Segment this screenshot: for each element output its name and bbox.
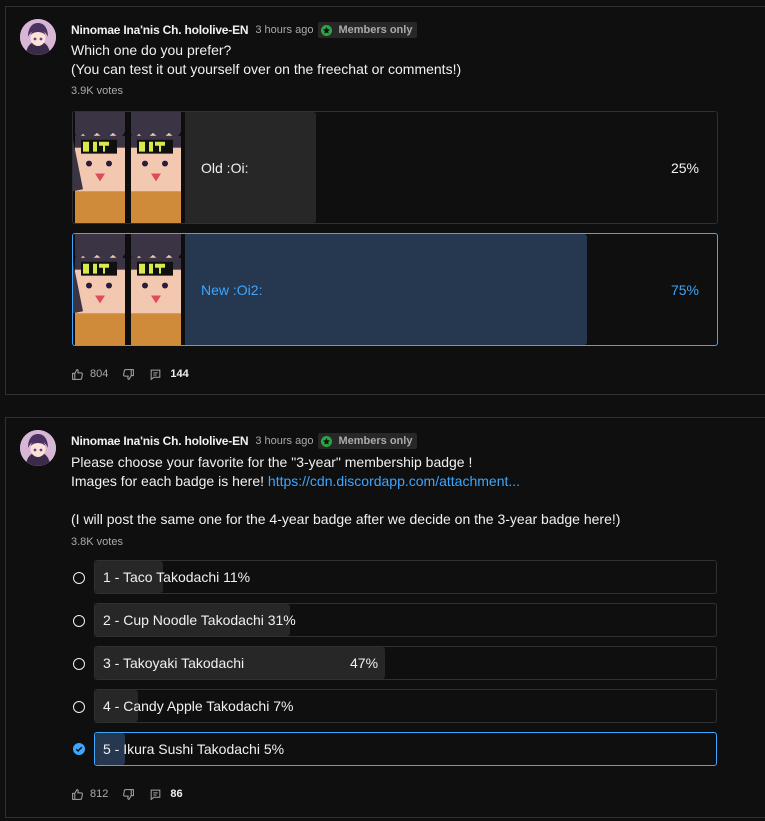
thumbs-down-icon[interactable]	[122, 788, 135, 801]
comment-count[interactable]: 86	[170, 788, 182, 800]
poll-option-label: 5 - Ikura Sushi Takodachi 5%	[103, 741, 285, 757]
post-header: Ninomae Ina'nis Ch. hololive-EN 3 hours …	[71, 22, 418, 38]
radio-icon[interactable]	[73, 615, 85, 627]
post-text-line: Which one do you prefer?	[71, 42, 232, 58]
thumbs-down-icon[interactable]	[122, 368, 135, 381]
checked-icon[interactable]	[73, 743, 85, 755]
poll-option[interactable]: 4 - Candy Apple Takodachi 7%	[94, 689, 717, 723]
members-star-icon	[321, 24, 333, 36]
poll-option[interactable]: 3 - Takoyaki Takodachi 47%	[94, 646, 717, 680]
poll-option[interactable]: 2 - Cup Noodle Takodachi 31%	[94, 603, 717, 637]
avatar-image	[20, 430, 56, 466]
like-count: 812	[90, 788, 109, 800]
poll-option-selected[interactable]: 5 - Ikura Sushi Takodachi 5%	[94, 732, 717, 766]
like-count: 804	[90, 368, 109, 380]
poll-option-label: 4 - Candy Apple Takodachi 7%	[103, 698, 294, 714]
comment-icon[interactable]	[149, 368, 162, 381]
radio-icon[interactable]	[73, 572, 85, 584]
post-text-line: (You can test it out yourself over on th…	[71, 61, 462, 77]
post-actions: 804 144	[71, 366, 189, 382]
thumbs-up-icon[interactable]	[71, 788, 84, 801]
members-badge-label: Members only	[338, 435, 413, 447]
post-actions: 812 86	[71, 786, 183, 802]
poll-option-label: 1 - Taco Takodachi 11%	[103, 569, 251, 585]
post-time[interactable]: 3 hours ago	[255, 435, 313, 447]
poll-option-label: 2 - Cup Noodle Takodachi 31%	[103, 612, 296, 628]
members-star-icon	[321, 435, 333, 447]
avatar[interactable]	[20, 430, 56, 466]
poll-option-percent: 75%	[670, 281, 699, 298]
comment-icon[interactable]	[149, 788, 162, 801]
discord-link[interactable]: https://cdn.discordapp.com/attachment...	[268, 473, 520, 489]
poll-option-label: New :Oi2:	[201, 281, 263, 298]
poll-option-new-oi2[interactable]: New :Oi2: 75%	[72, 233, 718, 346]
post-text-line: Images for each badge is here! https://c…	[71, 472, 620, 491]
vote-count: 3.9K votes	[71, 85, 123, 97]
avatar[interactable]	[20, 19, 56, 55]
post-card: Ninomae Ina'nis Ch. hololive-EN 3 hours …	[5, 6, 765, 395]
radio-icon[interactable]	[73, 701, 85, 713]
post-time[interactable]: 3 hours ago	[255, 24, 313, 36]
vote-count: 3.8K votes	[71, 536, 123, 548]
thumbs-up-icon[interactable]	[71, 368, 84, 381]
post-card: Ninomae Ina'nis Ch. hololive-EN 3 hours …	[5, 417, 765, 818]
members-only-badge: Members only	[318, 22, 418, 38]
post-header: Ninomae Ina'nis Ch. hololive-EN 3 hours …	[71, 433, 418, 449]
poll-option-label: 3 - Takoyaki Takodachi	[103, 655, 245, 671]
poll-option-label: Old :Oi:	[201, 159, 249, 176]
old-oi-emote-image	[73, 112, 185, 223]
radio-icon[interactable]	[73, 658, 85, 670]
post-text: Please choose your favorite for the "3-y…	[71, 453, 620, 529]
poll-option-old-oi[interactable]: Old :Oi: 25%	[72, 111, 718, 224]
post-text-line: (I will post the same one for the 4-year…	[71, 511, 621, 527]
avatar-image	[20, 19, 56, 55]
author-name[interactable]: Ninomae Ina'nis Ch. hololive-EN	[71, 434, 249, 448]
poll-option-percent: 47%	[350, 655, 379, 671]
members-only-badge: Members only	[318, 433, 418, 449]
author-name[interactable]: Ninomae Ina'nis Ch. hololive-EN	[71, 23, 249, 37]
post-text-prefix: Images for each badge is here!	[71, 473, 268, 489]
poll-option-percent: 25%	[670, 159, 699, 176]
post-text: Which one do you prefer? (You can test i…	[71, 41, 461, 79]
comment-count[interactable]: 144	[170, 368, 188, 380]
new-oi2-emote-image	[73, 234, 185, 345]
poll-option[interactable]: 1 - Taco Takodachi 11%	[94, 560, 717, 594]
members-badge-label: Members only	[338, 24, 413, 36]
post-text-line: Please choose your favorite for the "3-y…	[71, 454, 473, 470]
